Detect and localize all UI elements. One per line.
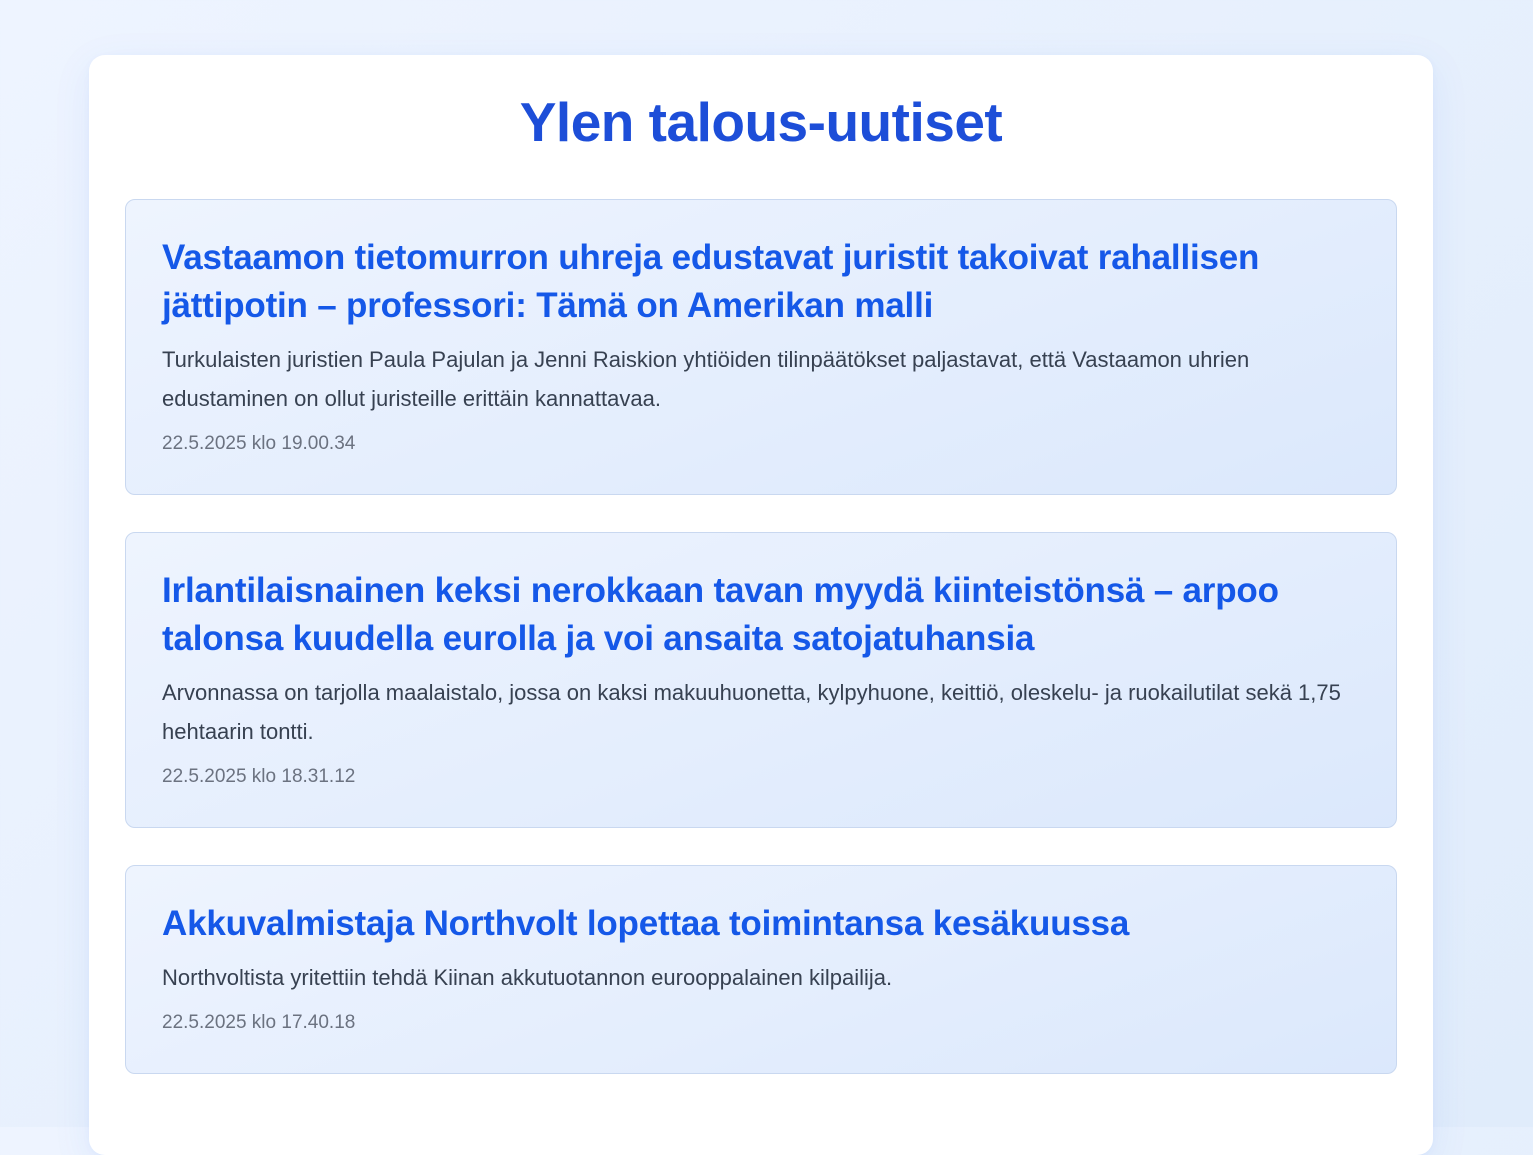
- article-timestamp: 22.5.2025 klo 19.00.34: [162, 433, 356, 454]
- article-summary: Northvoltista yritettiin tehdä Kiinan ak…: [162, 965, 893, 990]
- article-timestamp: 22.5.2025 klo 18.31.12: [162, 766, 356, 787]
- article-title-link[interactable]: Akkuvalmistaja Northvolt lopettaa toimin…: [162, 900, 1360, 948]
- article-summary: Arvonnassa on tarjolla maalaistalo, joss…: [162, 680, 1341, 744]
- page-title: Ylen talous-uutiset: [519, 91, 1003, 153]
- article-card[interactable]: Akkuvalmistaja Northvolt lopettaa toimin…: [125, 865, 1397, 1074]
- article-title-link[interactable]: Vastaamon tietomurron uhreja edustavat j…: [162, 234, 1360, 330]
- news-panel: Ylen talous-uutiset Vastaamon tietomurro…: [89, 55, 1433, 1155]
- article-title-link[interactable]: Irlantilaisnainen keksi nerokkaan tavan …: [162, 567, 1360, 663]
- article-card[interactable]: Vastaamon tietomurron uhreja edustavat j…: [125, 199, 1397, 495]
- article-list: Vastaamon tietomurron uhreja edustavat j…: [125, 199, 1397, 1111]
- article-summary: Turkulaisten juristien Paula Pajulan ja …: [162, 347, 1250, 411]
- article-timestamp: 22.5.2025 klo 17.40.18: [162, 1012, 356, 1033]
- article-card[interactable]: Irlantilaisnainen keksi nerokkaan tavan …: [125, 532, 1397, 828]
